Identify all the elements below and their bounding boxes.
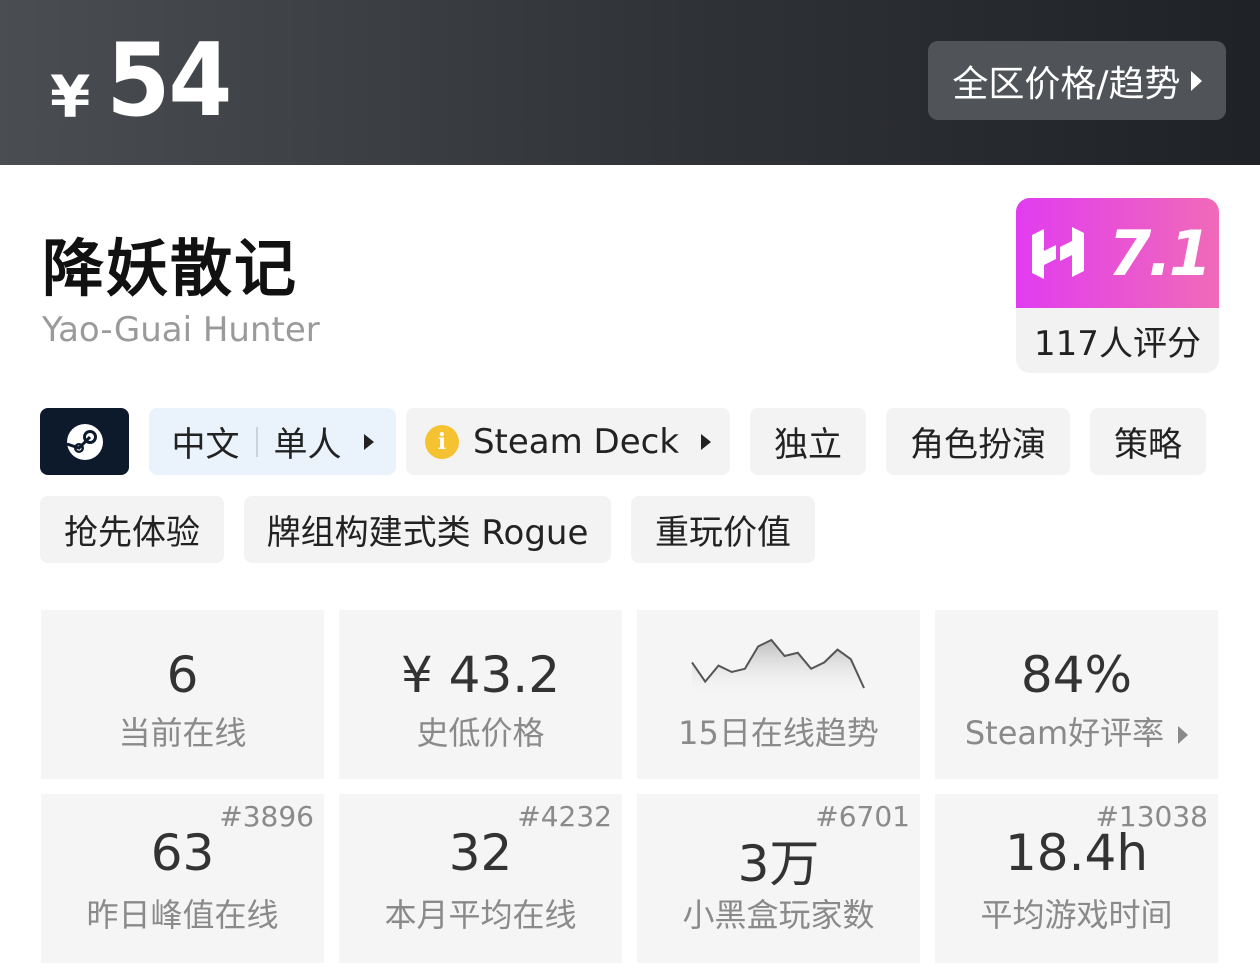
stat-heybox-players[interactable]: #6701 3万 小黑盒玩家数 xyxy=(637,794,920,963)
genre-tag[interactable]: 策略 xyxy=(1090,408,1206,475)
stat-monthly-average[interactable]: #4232 32 本月平均在线 xyxy=(339,794,622,963)
genre-tag[interactable]: 独立 xyxy=(750,408,866,475)
mode-label: 单人 xyxy=(273,425,342,465)
stat-yesterday-peak[interactable]: #3896 63 昨日峰值在线 xyxy=(41,794,324,963)
currency-symbol: ¥ xyxy=(50,63,91,131)
stat-label: 史低价格 xyxy=(416,714,545,752)
chevron-right-icon xyxy=(1190,70,1202,91)
stat-steam-rating[interactable]: 84% Steam好评率 xyxy=(935,610,1218,779)
chevron-right-icon xyxy=(701,433,712,450)
stat-label: 小黑盒玩家数 xyxy=(682,896,875,934)
online-trend-sparkline xyxy=(691,638,865,692)
stat-label: 本月平均在线 xyxy=(384,896,577,934)
stat-value: 3万 xyxy=(737,835,820,893)
steam-deck-tag[interactable]: i Steam Deck xyxy=(406,408,730,475)
genre-tag[interactable]: 角色扮演 xyxy=(886,408,1070,475)
tag-divider xyxy=(255,426,258,457)
score-value: 7.1 xyxy=(1108,216,1212,290)
stat-current-online[interactable]: 6 当前在线 xyxy=(41,610,324,779)
stat-online-trend[interactable]: 15日在线趋势 xyxy=(637,610,920,779)
stat-label: 平均游戏时间 xyxy=(980,896,1173,934)
stat-average-playtime[interactable]: #13038 18.4h 平均游戏时间 xyxy=(935,794,1218,963)
genre-tag[interactable]: 抢先体验 xyxy=(40,496,224,563)
game-subtitle: Yao-Guai Hunter xyxy=(42,310,320,350)
price-trend-label: 全区价格/趋势 xyxy=(952,63,1181,105)
stat-label: 当前在线 xyxy=(118,714,247,752)
game-title: 降妖散记 xyxy=(42,232,299,305)
genre-tag[interactable]: 牌组构建式类 Rogue xyxy=(244,496,611,563)
genre-tag[interactable]: 重玩价值 xyxy=(631,496,815,563)
stat-label: Steam好评率 xyxy=(964,714,1165,752)
heybox-logo-icon xyxy=(1032,227,1085,279)
current-price: ¥ 54 xyxy=(50,21,232,139)
steam-platform-tag[interactable] xyxy=(40,408,129,475)
stat-value: 32 xyxy=(448,824,513,882)
stat-lowest-price[interactable]: ¥ 43.2 史低价格 xyxy=(339,610,622,779)
score-card[interactable]: 7.1 117人评分 xyxy=(1016,198,1219,373)
steam-icon xyxy=(66,423,103,460)
chevron-right-icon xyxy=(363,433,374,450)
stat-value: ¥ 43.2 xyxy=(400,646,561,704)
language-label: 中文 xyxy=(171,425,240,465)
stat-label-row: Steam好评率 xyxy=(935,708,1218,754)
price-value: 54 xyxy=(106,21,232,139)
stat-label: 15日在线趋势 xyxy=(678,714,879,752)
stat-label: 昨日峰值在线 xyxy=(86,896,279,934)
stat-value: 84% xyxy=(1020,646,1133,704)
stat-value: 18.4h xyxy=(1004,824,1149,882)
info-icon: i xyxy=(424,424,459,459)
steam-deck-label: Steam Deck xyxy=(472,421,680,462)
price-header: ¥ 54 全区价格/趋势 xyxy=(0,0,1260,165)
score-raters: 117人评分 xyxy=(1034,324,1201,364)
stat-value: 6 xyxy=(166,646,199,704)
language-mode-tag[interactable]: 中文 单人 xyxy=(149,408,396,475)
chevron-right-icon xyxy=(1178,726,1189,744)
stat-value: 63 xyxy=(150,824,215,882)
score-top: 7.1 xyxy=(1016,198,1219,308)
price-trend-button[interactable]: 全区价格/趋势 xyxy=(928,41,1226,120)
